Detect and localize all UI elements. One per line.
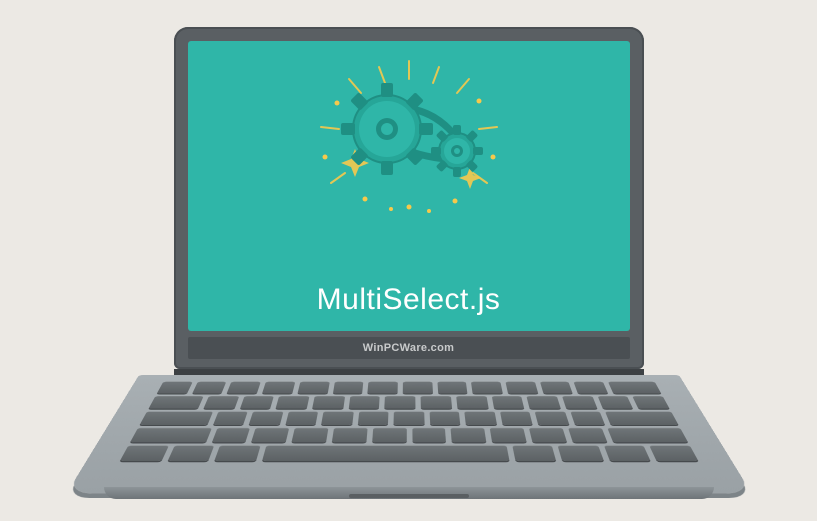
key xyxy=(348,396,380,409)
key-row xyxy=(130,427,688,441)
key xyxy=(331,427,367,441)
key xyxy=(649,445,698,461)
key-row xyxy=(139,411,678,424)
key-space xyxy=(261,445,509,461)
key xyxy=(321,411,353,424)
laptop-lid: MultiSelect.js WinPCWare.com xyxy=(174,27,644,369)
key xyxy=(539,381,572,393)
key xyxy=(291,427,328,441)
keyboard-deck xyxy=(66,375,751,493)
key xyxy=(148,396,203,409)
key xyxy=(429,411,460,424)
key xyxy=(608,381,661,393)
key xyxy=(534,411,568,424)
key xyxy=(411,427,445,441)
laptop-screen: MultiSelect.js xyxy=(188,41,630,331)
keyboard xyxy=(111,381,706,475)
key xyxy=(528,427,566,441)
key xyxy=(402,381,432,393)
key xyxy=(251,427,289,441)
key xyxy=(212,411,247,424)
key xyxy=(489,427,526,441)
key xyxy=(570,411,605,424)
laptop-illustration: MultiSelect.js WinPCWare.com xyxy=(99,27,719,495)
key xyxy=(450,427,486,441)
key xyxy=(214,445,260,461)
key xyxy=(464,411,496,424)
key xyxy=(505,381,537,393)
key xyxy=(603,445,650,461)
key xyxy=(420,396,451,409)
key xyxy=(312,396,345,409)
key xyxy=(262,381,295,393)
key xyxy=(561,396,596,409)
key xyxy=(557,445,603,461)
trackpad-notch xyxy=(349,494,469,498)
key xyxy=(437,381,468,393)
key xyxy=(491,396,524,409)
gears-icon xyxy=(279,49,539,229)
key xyxy=(367,381,397,393)
key xyxy=(512,445,556,461)
key xyxy=(597,396,633,409)
brand-label: WinPCWare.com xyxy=(363,342,454,354)
key xyxy=(371,427,405,441)
key xyxy=(139,411,212,424)
key-row xyxy=(156,381,660,393)
key xyxy=(606,427,687,441)
key xyxy=(130,427,211,441)
key xyxy=(499,411,532,424)
key xyxy=(567,427,606,441)
key xyxy=(471,381,503,393)
key xyxy=(203,396,239,409)
key xyxy=(297,381,329,393)
filename-label: MultiSelect.js xyxy=(317,283,501,317)
key xyxy=(332,381,363,393)
laptop-front-edge xyxy=(104,487,714,499)
key xyxy=(239,396,274,409)
key xyxy=(211,427,250,441)
laptop-base xyxy=(99,375,719,495)
key xyxy=(455,396,487,409)
key-row xyxy=(148,396,669,409)
key xyxy=(573,381,607,393)
brand-strip: WinPCWare.com xyxy=(188,337,630,359)
key xyxy=(227,381,261,393)
key xyxy=(393,411,424,424)
key xyxy=(248,411,282,424)
key xyxy=(384,396,415,409)
key xyxy=(632,396,669,409)
key xyxy=(119,445,168,461)
key xyxy=(191,381,226,393)
key xyxy=(275,396,309,409)
key xyxy=(285,411,318,424)
key xyxy=(605,411,678,424)
key xyxy=(156,381,192,393)
key xyxy=(526,396,560,409)
key xyxy=(167,445,214,461)
key xyxy=(357,411,388,424)
key-row xyxy=(119,445,697,461)
